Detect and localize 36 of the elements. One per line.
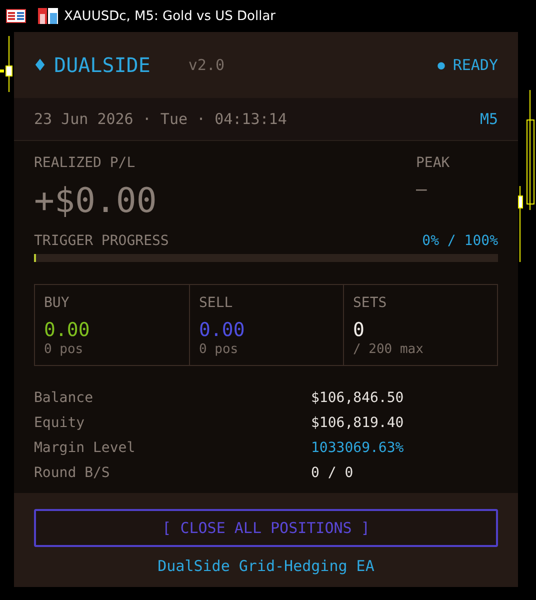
timeframe-label: M5 (480, 110, 498, 128)
info-value: 1033069.63% (311, 440, 405, 456)
trigger-reading: 0% / 100% (422, 233, 498, 249)
peak-value: — (416, 179, 428, 200)
info-label: Round B/S (34, 465, 111, 481)
info-label: Margin Level (34, 440, 136, 456)
pnl-label: REALIZED P/L (34, 155, 136, 171)
candlestick-drawing (0, 36, 14, 92)
status-label: READY (452, 56, 498, 74)
info-value: $106,819.40 (311, 415, 405, 431)
info-value: $106,846.50 (311, 390, 405, 406)
stat-label: SELL (199, 295, 234, 311)
stat-subtext: 0 pos (44, 342, 84, 357)
chart-icon[interactable] (38, 8, 58, 24)
list-icon[interactable] (6, 9, 26, 23)
info-label: Equity (34, 415, 86, 431)
footer-text: DualSide Grid-Hedging EA (158, 557, 374, 575)
chart-title: XAUUSDc, M5: Gold vs US Dollar (64, 8, 276, 24)
info-value: 0 / 0 (311, 465, 354, 481)
stat-value: 0.00 (44, 319, 91, 341)
diamond-icon: ♦ (34, 53, 46, 77)
stat-value: 0 (353, 319, 366, 341)
trigger-label: TRIGGER PROGRESS (34, 233, 169, 249)
stat-value: 0.00 (199, 319, 246, 341)
stat-subtext: 0 pos (199, 342, 240, 357)
date-time: 23 Jun 2026 · Tue · 04:13:14 (34, 110, 287, 128)
stat-subtext: / 200 max (353, 342, 424, 357)
peak-label: PEAK (416, 155, 451, 171)
stat-label: SETS (353, 295, 388, 311)
pnl-value: +$0.00 (34, 181, 157, 221)
stat-label: BUY (44, 295, 70, 311)
close-all-button[interactable]: [ CLOSE ALL POSITIONS ] (34, 509, 498, 547)
status-dot-icon: ● (438, 58, 445, 72)
info-label: Balance (34, 390, 94, 406)
version-label: v2.0 (188, 56, 224, 74)
app-title: DUALSIDE (54, 53, 150, 77)
